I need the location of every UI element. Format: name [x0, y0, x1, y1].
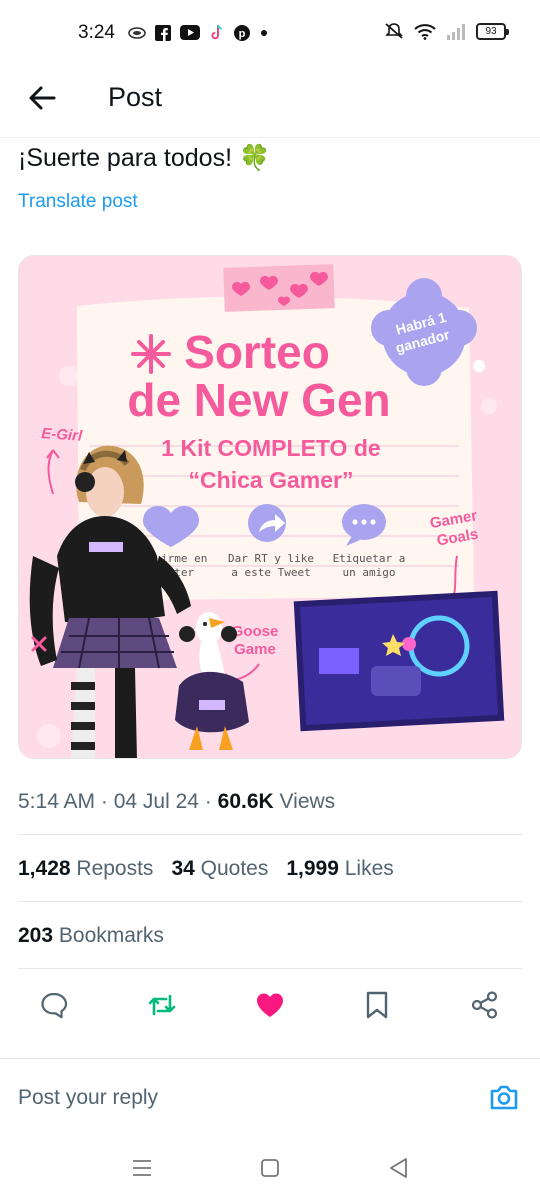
step2-line1: Dar RT y like: [228, 552, 314, 565]
notification-icons: p: [128, 24, 269, 41]
status-bar: 3:24 p 93: [0, 0, 540, 66]
reposts-count: 1,428: [18, 857, 71, 880]
likes-label: Likes: [338, 857, 394, 880]
camera-icon[interactable]: [488, 1081, 520, 1113]
giveaway-title-line1: Sorteo: [184, 326, 330, 378]
views-label: Views: [273, 790, 336, 813]
svg-text:p: p: [239, 28, 246, 40]
giveaway-subtitle-line2: “Chica Gamer”: [189, 467, 354, 493]
goose-label-line2: Game: [234, 641, 276, 658]
back-icon[interactable]: [386, 1156, 410, 1180]
dot-icon: [261, 29, 267, 36]
giveaway-graphic: Habrá 1 ganador Sorteo de New Gen 1 Kit …: [19, 256, 521, 758]
divider: [18, 968, 522, 969]
page-title: Post: [108, 82, 163, 112]
tiktok-icon: [211, 24, 222, 40]
meta-separator: ·: [198, 790, 218, 813]
engagement-stats: 1,428 Reposts 34 Quotes 1,999 Likes: [18, 857, 394, 881]
divider: [18, 834, 522, 835]
reply-icon: [41, 992, 68, 1019]
reposts-label: Reposts: [70, 857, 154, 880]
share-icon: [471, 991, 498, 1019]
quotes-stat[interactable]: 34 Quotes: [171, 857, 268, 881]
translate-post-link[interactable]: Translate post: [18, 191, 138, 213]
status-time: 3:24: [78, 22, 115, 43]
cloud-sync-icon: [128, 26, 146, 39]
repost-button[interactable]: [142, 985, 182, 1025]
bookmarks-count: 203: [18, 924, 54, 947]
system-icons: 93: [384, 22, 509, 40]
step3-line2: un amigo: [343, 566, 396, 579]
bookmarks-label: Bookmarks: [53, 924, 164, 947]
mute-icon: [385, 23, 403, 39]
views-count: 60.6K: [217, 790, 274, 813]
like-button[interactable]: [250, 985, 290, 1025]
divider: [18, 901, 522, 902]
sparkle-icon: [131, 334, 171, 374]
battery-icon: 93: [476, 22, 509, 40]
post-text: ¡Suerte para todos! 🍀: [18, 144, 271, 172]
signal-icon: [447, 23, 465, 40]
reposts-stat[interactable]: 1,428 Reposts: [18, 857, 153, 881]
recents-icon[interactable]: [130, 1156, 154, 1180]
goose-label-line1: Goose: [232, 623, 279, 640]
step3-line1: Etiquetar a: [333, 552, 406, 565]
repost-icon: [148, 994, 176, 1016]
system-navigation-bar: [0, 1138, 540, 1200]
back-arrow-icon[interactable]: [24, 80, 60, 116]
step2-line2: a este Tweet: [231, 566, 310, 579]
action-bar: [0, 985, 540, 1025]
like-icon: [257, 993, 283, 1017]
egirl-label: E-Girl: [41, 425, 84, 445]
facebook-icon: [155, 24, 171, 41]
battery-level: 93: [485, 25, 497, 37]
wifi-icon: [414, 23, 436, 40]
youtube-icon: [180, 25, 200, 40]
post-image[interactable]: Habrá 1 ganador Sorteo de New Gen 1 Kit …: [18, 255, 522, 759]
quotes-label: Quotes: [194, 857, 269, 880]
post-date: 04 Jul 24: [113, 790, 199, 813]
post-time: 5:14 AM: [18, 790, 96, 813]
top-app-bar: Post: [0, 66, 540, 138]
pinterest-icon: p: [234, 24, 250, 41]
share-button[interactable]: [465, 985, 505, 1025]
reply-input[interactable]: [18, 1081, 458, 1115]
giveaway-title-line2: de New Gen: [127, 374, 390, 426]
reply-button[interactable]: [34, 985, 74, 1025]
bookmark-icon: [366, 991, 388, 1019]
quotes-count: 34: [171, 857, 195, 880]
post-meta: 5:14 AM · 04 Jul 24 · 60.6K Views: [18, 790, 335, 814]
home-icon[interactable]: [258, 1156, 282, 1180]
likes-count: 1,999: [286, 857, 339, 880]
meta-separator: ·: [95, 790, 114, 813]
gaming-room-picture: [293, 590, 505, 732]
bookmark-button[interactable]: [357, 985, 397, 1025]
bookmarks-stat[interactable]: 203 Bookmarks: [18, 924, 164, 948]
reply-composer: [0, 1058, 540, 1138]
likes-stat[interactable]: 1,999 Likes: [286, 857, 393, 881]
giveaway-subtitle-line1: 1 Kit COMPLETO de: [161, 435, 380, 461]
